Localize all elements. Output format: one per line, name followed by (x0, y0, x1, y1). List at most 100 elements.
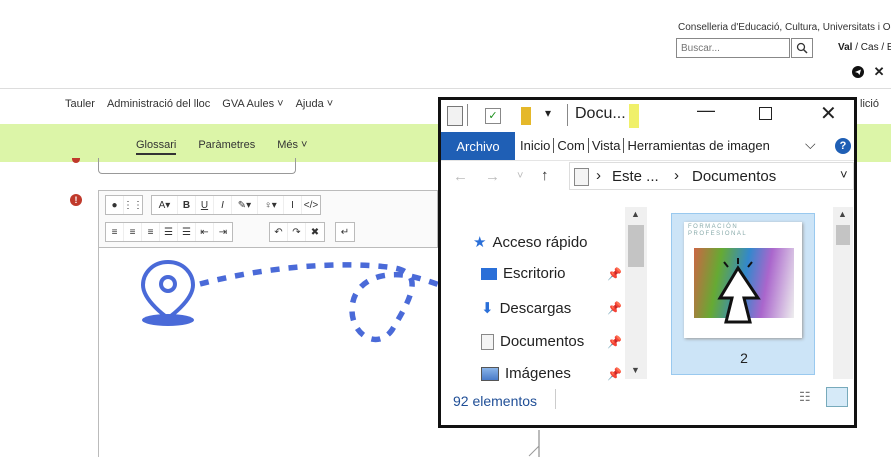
explorer-title-bar[interactable]: ✓ ▾ Docu... — ✕ (441, 100, 854, 132)
content-scroll-thumb[interactable] (836, 225, 850, 245)
outdent-icon[interactable]: ⇤ (196, 223, 214, 241)
minimize-icon[interactable]: — (697, 100, 715, 121)
error-icon: ! (70, 194, 82, 206)
quick-access-dropdown-icon[interactable]: ▾ (545, 106, 551, 120)
title-highlight (629, 104, 639, 128)
cursor-arrow-icon (717, 258, 761, 324)
editor-toolbar: ● ⋮⋮ A▾ B U I ✎▾ ♀▾ I </> ≡ ≡ ≡ ☰ ☰ ⇤ ⇥ … (98, 190, 438, 248)
header-divider (0, 88, 891, 89)
content-scrollbar[interactable]: ▲ (833, 207, 853, 379)
forward-icon[interactable]: → (485, 168, 500, 185)
nav-label: Acceso rápido (492, 233, 588, 251)
pin-icon[interactable]: 📌 (607, 301, 622, 315)
search-button[interactable] (791, 38, 813, 58)
details-view-icon[interactable]: ☷ (799, 389, 811, 405)
highlight-icon[interactable]: ✎▾ (232, 196, 258, 214)
language-switcher[interactable]: Val / Cas / E (838, 42, 891, 53)
font-size-icon[interactable]: A▾ (152, 196, 178, 214)
resize-grip-icon[interactable] (527, 430, 541, 457)
pin-icon[interactable]: 📌 (607, 367, 622, 381)
lang-rest[interactable]: / Cas / E (852, 42, 891, 53)
underline-icon[interactable]: U (196, 196, 214, 214)
desktop-icon (481, 267, 497, 280)
nav-item-tauler[interactable]: Tauler (65, 98, 95, 110)
nav-scroll-thumb[interactable] (628, 225, 644, 267)
breadcrumb-this-pc[interactable]: Este ... (612, 168, 659, 185)
scroll-down-icon[interactable]: ▼ (631, 365, 640, 375)
bullet-list-icon[interactable]: ☰ (160, 223, 178, 241)
lang-val[interactable]: Val (838, 42, 852, 53)
tab-glossari[interactable]: Glossari (136, 139, 177, 155)
enter-icon[interactable]: ↵ (336, 223, 354, 241)
main-nav: Tauler Administració del lloc GVA Aules … (65, 98, 333, 110)
title-separator (467, 104, 468, 126)
align-left-icon[interactable]: ≡ (106, 223, 124, 241)
ribbon-tab-compartir[interactable]: Com (554, 138, 589, 153)
file-item-2[interactable]: FORMACIÓN PROFESIONAL 2 (671, 213, 815, 375)
ribbon-tab-inicio[interactable]: Inicio (517, 138, 555, 153)
help-icon[interactable]: ? (835, 138, 851, 154)
up-icon[interactable]: ↑ (541, 167, 549, 184)
address-field[interactable]: › Este ... › Documentos ˅ (569, 162, 854, 190)
text-cursor-icon[interactable]: I (284, 196, 302, 214)
align-right-icon[interactable]: ≡ (142, 223, 160, 241)
pin-icon[interactable]: 📌 (607, 335, 622, 349)
grid-icon[interactable]: ⋮⋮ (123, 196, 143, 214)
maximize-icon[interactable] (759, 107, 772, 120)
align-center-icon[interactable]: ≡ (124, 223, 142, 241)
nav-item-imagenes[interactable]: Imágenes (473, 365, 571, 382)
ribbon-tab-herramientas[interactable]: Herramientas de imagen (624, 138, 772, 153)
title-separator-2 (567, 104, 568, 126)
properties-icon[interactable] (447, 106, 463, 126)
search-input[interactable] (681, 40, 785, 56)
nav-item-descargas[interactable]: ⬇ Descargas (473, 299, 571, 318)
folder-icon[interactable] (521, 107, 531, 125)
code-icon[interactable]: </> (302, 196, 320, 214)
concept-field[interactable] (98, 158, 296, 174)
telegram-icon[interactable] (852, 65, 864, 78)
checkbox-icon[interactable]: ✓ (485, 108, 501, 124)
fullscreen-icon[interactable]: ✖ (306, 223, 324, 241)
indent-icon[interactable]: ⇥ (214, 223, 232, 241)
info-icon[interactable]: ● (106, 196, 124, 214)
editor-content-area[interactable] (98, 248, 438, 457)
recent-icon[interactable]: ˅ (517, 170, 523, 182)
nav-item-documentos[interactable]: Documentos (473, 333, 584, 350)
x-icon[interactable]: ✕ (874, 64, 885, 79)
nav-item-gva-aules[interactable]: GVA Aules ˅ (222, 98, 283, 110)
nav-item-ajuda[interactable]: Ajuda ˅ (296, 98, 334, 110)
bold-icon[interactable]: B (178, 196, 196, 214)
tab-mes[interactable]: Més ˅ (277, 139, 307, 155)
address-dropdown-icon[interactable]: ˅ (840, 167, 848, 182)
close-icon[interactable]: ✕ (820, 101, 837, 126)
tab-parametres[interactable]: Paràmetres (198, 139, 255, 155)
numbered-list-icon[interactable]: ☰ (178, 223, 196, 241)
scroll-up-icon[interactable]: ▲ (631, 209, 640, 219)
lightbulb-icon[interactable]: ♀▾ (258, 196, 284, 214)
file-explorer-window: ✓ ▾ Docu... — ✕ Archivo Inicio Com Vista… (438, 97, 857, 428)
thumbnail-view-icon[interactable] (826, 387, 848, 407)
pin-icon[interactable]: 📌 (607, 267, 622, 281)
nav-item-administracio[interactable]: Administració del lloc (107, 98, 210, 110)
ribbon-expand-icon[interactable]: ⌵ (805, 136, 816, 153)
scroll-up-icon[interactable]: ▲ (838, 209, 847, 219)
content-pane: FORMACIÓN PROFESIONAL 2 ▲ (657, 195, 854, 385)
undo-icon[interactable]: ↶ (270, 223, 288, 241)
redo-icon[interactable]: ↷ (288, 223, 306, 241)
toolbar-group-4: ↶ ↷ ✖ (269, 222, 325, 242)
nav-item-escritorio[interactable]: Escritorio (473, 265, 566, 282)
nav-item-acceso-rapido[interactable]: ★ Acceso rápido (473, 233, 588, 252)
breadcrumb-documents[interactable]: Documentos (692, 168, 776, 185)
nav-scrollbar[interactable]: ▲ ▼ (625, 207, 647, 379)
ribbon-tab-archivo[interactable]: Archivo (441, 132, 515, 160)
search-field[interactable] (676, 38, 790, 58)
item-count: 92 elementos (453, 393, 538, 409)
file-name: 2 (740, 350, 748, 366)
ribbon-tab-vista[interactable]: Vista (589, 138, 625, 153)
back-icon[interactable]: ← (453, 168, 468, 185)
documents-icon (574, 168, 589, 186)
search-icon (796, 42, 808, 54)
nav-item-edicio[interactable]: lició (860, 98, 879, 110)
italic-icon[interactable]: I (214, 196, 232, 214)
ribbon-tabs: Inicio Com Vista Herramientas de imagen (517, 138, 773, 153)
